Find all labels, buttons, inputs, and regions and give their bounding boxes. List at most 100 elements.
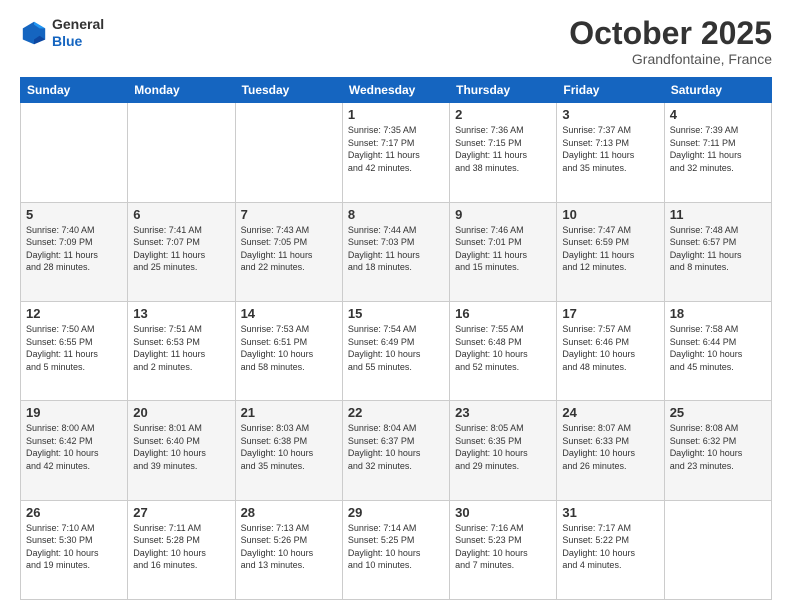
day-number: 17 xyxy=(562,306,658,321)
week-row-1: 1Sunrise: 7:35 AM Sunset: 7:17 PM Daylig… xyxy=(21,103,772,202)
page: General Blue October 2025 Grandfontaine,… xyxy=(0,0,792,612)
day-info: Sunrise: 7:46 AM Sunset: 7:01 PM Dayligh… xyxy=(455,224,551,274)
day-info: Sunrise: 7:40 AM Sunset: 7:09 PM Dayligh… xyxy=(26,224,122,274)
day-number: 10 xyxy=(562,207,658,222)
day-cell: 21 Sunrise: 8:03 AM Sunset: 6:38 PM Dayli… xyxy=(235,401,342,500)
day-cell: 14 Sunrise: 7:53 AM Sunset: 6:51 PM Dayli… xyxy=(235,301,342,400)
day-number: 6 xyxy=(133,207,229,222)
day-info: Sunrise: 7:43 AM Sunset: 7:05 PM Dayligh… xyxy=(241,224,337,274)
day-cell: 25 Sunrise: 8:08 AM Sunset: 6:32 PM Dayli… xyxy=(664,401,771,500)
day-info: Sunrise: 8:03 AM Sunset: 6:38 PM Dayligh… xyxy=(241,422,337,472)
day-info: Sunrise: 8:01 AM Sunset: 6:40 PM Dayligh… xyxy=(133,422,229,472)
day-cell: 13Sunrise: 7:51 AM Sunset: 6:53 PM Dayli… xyxy=(128,301,235,400)
day-number: 11 xyxy=(670,207,766,222)
day-cell: 11Sunrise: 7:48 AM Sunset: 6:57 PM Dayli… xyxy=(664,202,771,301)
day-cell: 2 Sunrise: 7:36 AM Sunset: 7:15 PM Daylig… xyxy=(450,103,557,202)
header-cell-friday: Friday xyxy=(557,78,664,103)
header-cell-wednesday: Wednesday xyxy=(342,78,449,103)
day-cell: 28 Sunrise: 7:13 AM Sunset: 5:26 PM Dayli… xyxy=(235,500,342,599)
day-cell: 19Sunrise: 8:00 AM Sunset: 6:42 PM Dayli… xyxy=(21,401,128,500)
week-row-2: 5 Sunrise: 7:40 AM Sunset: 7:09 PM Daylig… xyxy=(21,202,772,301)
title-block: October 2025 Grandfontaine, France xyxy=(569,16,772,67)
day-number: 18 xyxy=(670,306,766,321)
day-info: Sunrise: 7:57 AM Sunset: 6:46 PM Dayligh… xyxy=(562,323,658,373)
day-info: Sunrise: 7:44 AM Sunset: 7:03 PM Dayligh… xyxy=(348,224,444,274)
day-cell: 18 Sunrise: 7:58 AM Sunset: 6:44 PM Dayli… xyxy=(664,301,771,400)
day-info: Sunrise: 8:08 AM Sunset: 6:32 PM Dayligh… xyxy=(670,422,766,472)
day-cell: 17 Sunrise: 7:57 AM Sunset: 6:46 PM Dayli… xyxy=(557,301,664,400)
day-info: Sunrise: 7:54 AM Sunset: 6:49 PM Dayligh… xyxy=(348,323,444,373)
day-number: 5 xyxy=(26,207,122,222)
day-info: Sunrise: 7:50 AM Sunset: 6:55 PM Dayligh… xyxy=(26,323,122,373)
month-title: October 2025 xyxy=(569,16,772,51)
week-row-3: 12 Sunrise: 7:50 AM Sunset: 6:55 PM Dayli… xyxy=(21,301,772,400)
day-number: 30 xyxy=(455,505,551,520)
day-cell: 27Sunrise: 7:11 AM Sunset: 5:28 PM Dayli… xyxy=(128,500,235,599)
day-info: Sunrise: 7:14 AM Sunset: 5:25 PM Dayligh… xyxy=(348,522,444,572)
calendar-table: SundayMondayTuesdayWednesdayThursdayFrid… xyxy=(20,77,772,600)
day-number: 26 xyxy=(26,505,122,520)
day-number: 15 xyxy=(348,306,444,321)
header-cell-thursday: Thursday xyxy=(450,78,557,103)
day-number: 7 xyxy=(241,207,337,222)
day-info: Sunrise: 7:51 AM Sunset: 6:53 PM Dayligh… xyxy=(133,323,229,373)
day-info: Sunrise: 7:53 AM Sunset: 6:51 PM Dayligh… xyxy=(241,323,337,373)
day-info: Sunrise: 8:05 AM Sunset: 6:35 PM Dayligh… xyxy=(455,422,551,472)
day-info: Sunrise: 7:55 AM Sunset: 6:48 PM Dayligh… xyxy=(455,323,551,373)
day-info: Sunrise: 7:36 AM Sunset: 7:15 PM Dayligh… xyxy=(455,124,551,174)
day-number: 9 xyxy=(455,207,551,222)
day-info: Sunrise: 7:16 AM Sunset: 5:23 PM Dayligh… xyxy=(455,522,551,572)
week-row-4: 19Sunrise: 8:00 AM Sunset: 6:42 PM Dayli… xyxy=(21,401,772,500)
day-cell: 1Sunrise: 7:35 AM Sunset: 7:17 PM Daylig… xyxy=(342,103,449,202)
day-info: Sunrise: 8:00 AM Sunset: 6:42 PM Dayligh… xyxy=(26,422,122,472)
day-cell xyxy=(664,500,771,599)
day-number: 21 xyxy=(241,405,337,420)
day-cell: 29 Sunrise: 7:14 AM Sunset: 5:25 PM Dayli… xyxy=(342,500,449,599)
day-number: 2 xyxy=(455,107,551,122)
day-cell: 10 Sunrise: 7:47 AM Sunset: 6:59 PM Dayli… xyxy=(557,202,664,301)
day-number: 12 xyxy=(26,306,122,321)
day-info: Sunrise: 7:37 AM Sunset: 7:13 PM Dayligh… xyxy=(562,124,658,174)
location-subtitle: Grandfontaine, France xyxy=(569,51,772,67)
day-cell xyxy=(21,103,128,202)
day-cell: 20 Sunrise: 8:01 AM Sunset: 6:40 PM Dayli… xyxy=(128,401,235,500)
day-info: Sunrise: 8:04 AM Sunset: 6:37 PM Dayligh… xyxy=(348,422,444,472)
day-number: 14 xyxy=(241,306,337,321)
day-info: Sunrise: 7:17 AM Sunset: 5:22 PM Dayligh… xyxy=(562,522,658,572)
day-number: 29 xyxy=(348,505,444,520)
header-cell-tuesday: Tuesday xyxy=(235,78,342,103)
day-number: 4 xyxy=(670,107,766,122)
header-cell-saturday: Saturday xyxy=(664,78,771,103)
day-number: 22 xyxy=(348,405,444,420)
day-cell: 5 Sunrise: 7:40 AM Sunset: 7:09 PM Daylig… xyxy=(21,202,128,301)
day-cell: 30 Sunrise: 7:16 AM Sunset: 5:23 PM Dayli… xyxy=(450,500,557,599)
day-info: Sunrise: 7:58 AM Sunset: 6:44 PM Dayligh… xyxy=(670,323,766,373)
day-cell: 6 Sunrise: 7:41 AM Sunset: 7:07 PM Daylig… xyxy=(128,202,235,301)
day-info: Sunrise: 7:47 AM Sunset: 6:59 PM Dayligh… xyxy=(562,224,658,274)
week-row-5: 26 Sunrise: 7:10 AM Sunset: 5:30 PM Dayli… xyxy=(21,500,772,599)
day-number: 28 xyxy=(241,505,337,520)
day-number: 3 xyxy=(562,107,658,122)
day-number: 20 xyxy=(133,405,229,420)
logo: General Blue xyxy=(20,16,104,50)
header: General Blue October 2025 Grandfontaine,… xyxy=(20,16,772,67)
day-number: 23 xyxy=(455,405,551,420)
day-number: 25 xyxy=(670,405,766,420)
day-info: Sunrise: 7:13 AM Sunset: 5:26 PM Dayligh… xyxy=(241,522,337,572)
day-info: Sunrise: 7:11 AM Sunset: 5:28 PM Dayligh… xyxy=(133,522,229,572)
day-cell: 12 Sunrise: 7:50 AM Sunset: 6:55 PM Dayli… xyxy=(21,301,128,400)
day-info: Sunrise: 7:35 AM Sunset: 7:17 PM Dayligh… xyxy=(348,124,444,174)
day-cell: 3 Sunrise: 7:37 AM Sunset: 7:13 PM Daylig… xyxy=(557,103,664,202)
day-number: 16 xyxy=(455,306,551,321)
day-cell: 22 Sunrise: 8:04 AM Sunset: 6:37 PM Dayli… xyxy=(342,401,449,500)
day-info: Sunrise: 7:10 AM Sunset: 5:30 PM Dayligh… xyxy=(26,522,122,572)
day-info: Sunrise: 7:41 AM Sunset: 7:07 PM Dayligh… xyxy=(133,224,229,274)
day-cell: 7 Sunrise: 7:43 AM Sunset: 7:05 PM Daylig… xyxy=(235,202,342,301)
header-cell-monday: Monday xyxy=(128,78,235,103)
day-number: 31 xyxy=(562,505,658,520)
day-cell: 9 Sunrise: 7:46 AM Sunset: 7:01 PM Daylig… xyxy=(450,202,557,301)
day-cell: 16 Sunrise: 7:55 AM Sunset: 6:48 PM Dayli… xyxy=(450,301,557,400)
calendar-header-row: SundayMondayTuesdayWednesdayThursdayFrid… xyxy=(21,78,772,103)
day-number: 24 xyxy=(562,405,658,420)
day-cell: 26 Sunrise: 7:10 AM Sunset: 5:30 PM Dayli… xyxy=(21,500,128,599)
